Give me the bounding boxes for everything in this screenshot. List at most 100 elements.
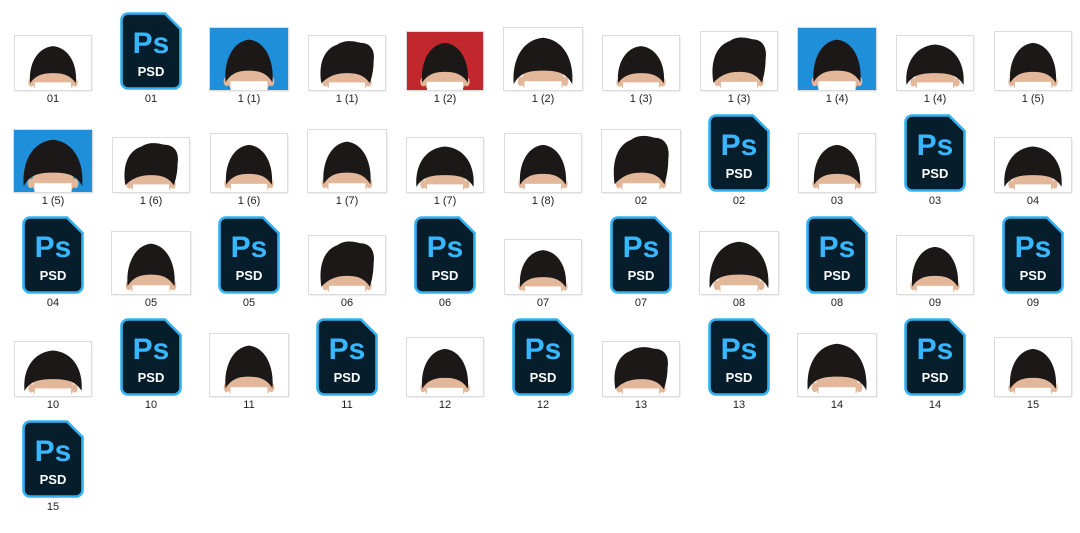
svg-text:PSD: PSD — [1020, 268, 1047, 283]
psd-file-icon: Ps PSD — [904, 318, 966, 396]
psd-file-item[interactable]: Ps PSD 08 — [789, 212, 885, 314]
image-file-item[interactable]: 1 (2) — [495, 8, 591, 110]
image-file-item[interactable]: 05 — [103, 212, 199, 314]
photo-thumbnail — [505, 240, 581, 294]
file-thumbnail: Ps PSD — [691, 110, 787, 194]
file-name-label: 11 — [243, 399, 255, 411]
file-thumbnail — [887, 8, 983, 92]
file-name-label: 15 — [46, 501, 60, 513]
image-file-item[interactable]: 07 — [495, 212, 591, 314]
psd-file-item[interactable]: Ps PSD 09 — [985, 212, 1080, 314]
image-file-item[interactable]: 1 (5) — [985, 8, 1080, 110]
psd-file-item[interactable]: Ps PSD 14 — [887, 314, 983, 416]
image-file-item[interactable]: 1 (6) — [201, 110, 297, 212]
file-thumbnail: Ps PSD — [593, 212, 689, 296]
svg-text:Ps: Ps — [1015, 231, 1052, 264]
image-file-item[interactable]: 03 — [789, 110, 885, 212]
file-thumbnail: Ps PSD — [691, 314, 787, 398]
image-file-item[interactable]: 09 — [887, 212, 983, 314]
image-file-item[interactable]: 08 — [691, 212, 787, 314]
psd-file-item[interactable]: Ps PSD 15 — [5, 416, 101, 518]
svg-text:Ps: Ps — [819, 231, 856, 264]
photo-thumbnail — [995, 138, 1071, 192]
image-file-item[interactable]: 1 (2) — [397, 8, 493, 110]
file-name-label: 1 (6) — [139, 195, 163, 207]
file-name-label: 1 (7) — [433, 195, 457, 207]
image-file-item[interactable]: 14 — [789, 314, 885, 416]
psd-file-item[interactable]: Ps PSD 05 — [201, 212, 297, 314]
photo-thumbnail — [112, 232, 190, 294]
file-thumbnail — [789, 314, 885, 398]
image-file-item[interactable]: 01 — [5, 8, 101, 110]
psd-file-item[interactable]: Ps PSD 06 — [397, 212, 493, 314]
svg-text:PSD: PSD — [726, 166, 753, 181]
photo-thumbnail — [309, 36, 385, 90]
image-file-item[interactable]: 1 (3) — [593, 8, 689, 110]
psd-file-item[interactable]: Ps PSD 02 — [691, 110, 787, 212]
psd-file-icon: Ps PSD — [904, 114, 966, 192]
psd-file-item[interactable]: Ps PSD 10 — [103, 314, 199, 416]
file-thumbnail — [201, 8, 297, 92]
svg-text:Ps: Ps — [721, 129, 758, 162]
svg-text:PSD: PSD — [530, 370, 557, 385]
file-thumbnail — [397, 8, 493, 92]
psd-file-icon: Ps PSD — [1002, 216, 1064, 294]
photo-thumbnail — [701, 32, 777, 90]
psd-file-icon: Ps PSD — [120, 318, 182, 396]
psd-file-item[interactable]: Ps PSD 11 — [299, 314, 395, 416]
image-file-item[interactable]: 10 — [5, 314, 101, 416]
file-thumbnail — [201, 314, 297, 398]
photo-thumbnail — [210, 334, 288, 396]
image-file-item[interactable]: 1 (8) — [495, 110, 591, 212]
image-file-item[interactable]: 13 — [593, 314, 689, 416]
svg-text:PSD: PSD — [40, 268, 67, 283]
image-file-item[interactable]: 1 (6) — [103, 110, 199, 212]
svg-text:Ps: Ps — [917, 333, 954, 366]
svg-text:Ps: Ps — [525, 333, 562, 366]
file-name-label: 09 — [1026, 297, 1040, 309]
photo-thumbnail — [14, 130, 92, 192]
psd-file-item[interactable]: Ps PSD 03 — [887, 110, 983, 212]
image-file-item[interactable]: 02 — [593, 110, 689, 212]
image-file-item[interactable]: 1 (1) — [299, 8, 395, 110]
psd-file-item[interactable]: Ps PSD 13 — [691, 314, 787, 416]
file-thumbnail: Ps PSD — [103, 8, 199, 92]
photo-thumbnail — [407, 138, 483, 192]
svg-text:Ps: Ps — [133, 333, 170, 366]
file-name-label: 13 — [732, 399, 746, 411]
photo-thumbnail — [602, 130, 680, 192]
image-file-item[interactable]: 12 — [397, 314, 493, 416]
image-file-item[interactable]: 1 (7) — [397, 110, 493, 212]
image-file-item[interactable]: 04 — [985, 110, 1080, 212]
image-file-item[interactable]: 1 (7) — [299, 110, 395, 212]
file-thumbnail — [985, 8, 1080, 92]
file-thumbnail: Ps PSD — [299, 314, 395, 398]
file-name-label: 10 — [144, 399, 158, 411]
file-name-label: 08 — [732, 297, 746, 309]
file-thumbnail — [887, 212, 983, 296]
file-name-label: 10 — [46, 399, 60, 411]
image-file-item[interactable]: 1 (1) — [201, 8, 297, 110]
psd-file-item[interactable]: Ps PSD 07 — [593, 212, 689, 314]
image-file-item[interactable]: 1 (5) — [5, 110, 101, 212]
photo-thumbnail — [15, 36, 91, 90]
image-file-item[interactable]: 15 — [985, 314, 1080, 416]
file-thumbnail — [593, 110, 689, 194]
image-file-item[interactable]: 1 (4) — [789, 8, 885, 110]
image-file-item[interactable]: 06 — [299, 212, 395, 314]
psd-file-item[interactable]: Ps PSD 12 — [495, 314, 591, 416]
svg-text:Ps: Ps — [917, 129, 954, 162]
file-thumbnail: Ps PSD — [103, 314, 199, 398]
psd-file-item[interactable]: Ps PSD 01 — [103, 8, 199, 110]
photo-thumbnail — [407, 338, 483, 396]
image-file-item[interactable]: 1 (3) — [691, 8, 787, 110]
image-file-item[interactable]: 11 — [201, 314, 297, 416]
file-name-label: 06 — [340, 297, 354, 309]
file-thumbnail: Ps PSD — [985, 212, 1080, 296]
file-thumbnail — [5, 314, 101, 398]
photo-thumbnail — [211, 134, 287, 192]
file-name-label: 1 (2) — [433, 93, 457, 105]
photo-thumbnail — [603, 342, 679, 396]
psd-file-item[interactable]: Ps PSD 04 — [5, 212, 101, 314]
image-file-item[interactable]: 1 (4) — [887, 8, 983, 110]
